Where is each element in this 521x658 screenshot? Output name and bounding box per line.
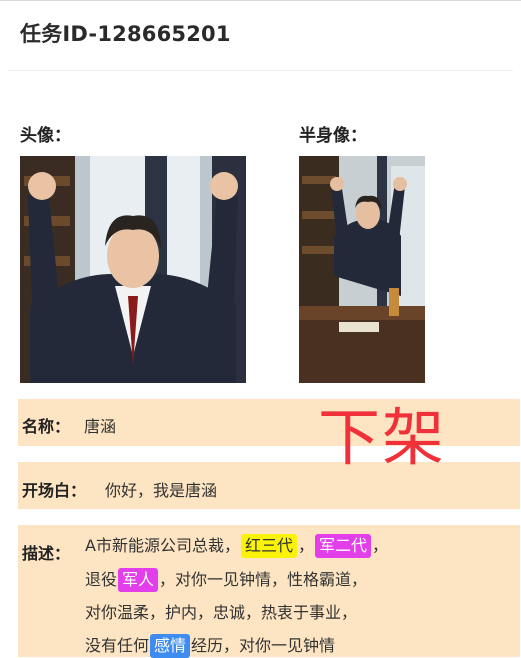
half-body-label: 半身像： [299,126,367,146]
page-header: 任务ID-128665201 [0,1,521,69]
description-text: 退役 [85,570,118,589]
description-line: 对你温柔，护内，忠诚，热衷于事业， [85,599,357,623]
delisted-stamp: 下架 [318,401,447,474]
description-text: 没有任何 [85,636,150,655]
description-text: 经历，对你一见钟情 [191,636,336,655]
header-divider [8,70,513,71]
tag-badge: 军二代 [314,534,371,558]
half-body-image[interactable] [299,156,425,383]
tag-badge: 红三代 [240,534,297,558]
description-text: ，对你一见钟情，性格霸道， [159,570,368,589]
description-text: ， [297,536,314,555]
avatar-label: 头像： [20,126,71,146]
avatar-image[interactable] [20,156,246,383]
page-title: 任务ID-128665201 [20,22,231,46]
tag-badge: 感情 [150,634,191,658]
description-text: A市新能源公司总裁， [85,536,240,555]
name-label: 名称： [22,417,71,436]
opening-label: 开场白： [22,481,87,500]
description-line: A市新能源公司总裁， 红三代，军二代， [85,532,388,558]
description-text: 对你温柔，护内，忠诚，热衷于事业， [85,603,358,622]
name-value: 唐涵 [84,417,117,436]
tag-badge: 军人 [118,568,159,592]
description-line: 没有任何 感情 经历，对你一见钟情 [85,632,335,658]
description-label: 描述： [22,544,71,563]
opening-value: 你好，我是唐涵 [105,481,218,500]
description-line: 退役 军人 ，对你一见钟情，性格霸道， [85,566,367,592]
description-text: ， [372,536,389,555]
